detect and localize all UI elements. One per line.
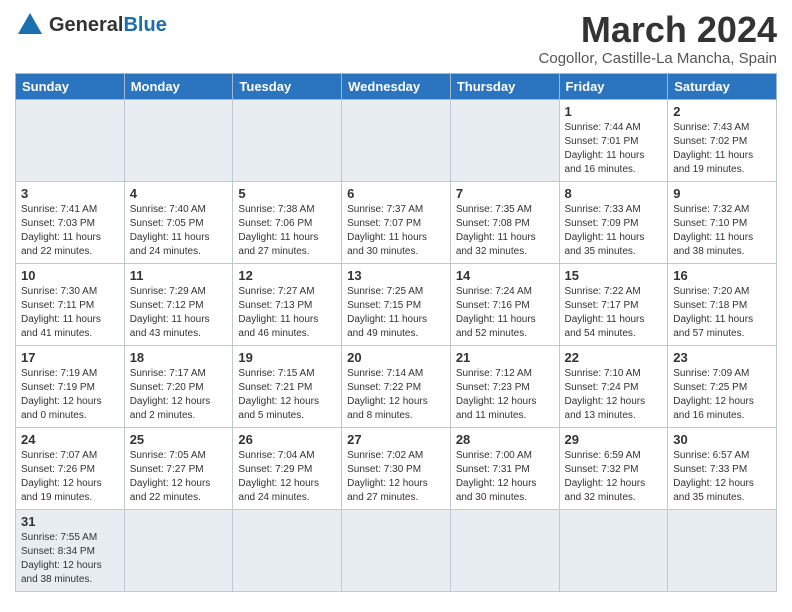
logo: GeneralBlue	[15, 10, 167, 40]
day-2: 2 Sunrise: 7:43 AMSunset: 7:02 PMDayligh…	[668, 99, 777, 181]
empty-cell-w1-tue	[233, 99, 342, 181]
day-26: 26 Sunrise: 7:04 AMSunset: 7:29 PMDaylig…	[233, 427, 342, 509]
header-wednesday: Wednesday	[342, 73, 451, 99]
week-row-6 week-row-last: 31 Sunrise: 7:55 AMSunset: 8:34 PMDaylig…	[16, 509, 777, 591]
day-4: 4 Sunrise: 7:40 AMSunset: 7:05 PMDayligh…	[124, 181, 233, 263]
header-saturday: Saturday	[668, 73, 777, 99]
day-27: 27 Sunrise: 7:02 AMSunset: 7:30 PMDaylig…	[342, 427, 451, 509]
header-monday: Monday	[124, 73, 233, 99]
week-row-4: 17 Sunrise: 7:19 AMSunset: 7:19 PMDaylig…	[16, 345, 777, 427]
header-section: GeneralBlue March 2024 Cogollor, Castill…	[15, 10, 777, 67]
empty-cell-w6-fri	[559, 509, 668, 591]
day-14: 14 Sunrise: 7:24 AMSunset: 7:16 PMDaylig…	[450, 263, 559, 345]
day-18: 18 Sunrise: 7:17 AMSunset: 7:20 PMDaylig…	[124, 345, 233, 427]
day-23: 23 Sunrise: 7:09 AMSunset: 7:25 PMDaylig…	[668, 345, 777, 427]
day-6: 6 Sunrise: 7:37 AMSunset: 7:07 PMDayligh…	[342, 181, 451, 263]
empty-cell-w1-sun	[16, 99, 125, 181]
empty-cell-w1-mon	[124, 99, 233, 181]
day-3: 3 Sunrise: 7:41 AMSunset: 7:03 PMDayligh…	[16, 181, 125, 263]
day-22: 22 Sunrise: 7:10 AMSunset: 7:24 PMDaylig…	[559, 345, 668, 427]
generalblue-logo-icon	[15, 10, 45, 40]
empty-cell-w6-thu	[450, 509, 559, 591]
empty-cell-w1-wed	[342, 99, 451, 181]
empty-cell-w6-tue	[233, 509, 342, 591]
day-12: 12 Sunrise: 7:27 AMSunset: 7:13 PMDaylig…	[233, 263, 342, 345]
day-24: 24 Sunrise: 7:07 AMSunset: 7:26 PMDaylig…	[16, 427, 125, 509]
day-10: 10 Sunrise: 7:30 AMSunset: 7:11 PMDaylig…	[16, 263, 125, 345]
day-1: 1 Sunrise: 7:44 AMSunset: 7:01 PMDayligh…	[559, 99, 668, 181]
calendar-subtitle: Cogollor, Castille-La Mancha, Spain	[539, 50, 777, 67]
day-17: 17 Sunrise: 7:19 AMSunset: 7:19 PMDaylig…	[16, 345, 125, 427]
week-row-2: 3 Sunrise: 7:41 AMSunset: 7:03 PMDayligh…	[16, 181, 777, 263]
header-friday: Friday	[559, 73, 668, 99]
week-row-3: 10 Sunrise: 7:30 AMSunset: 7:11 PMDaylig…	[16, 263, 777, 345]
day-29: 29 Sunrise: 6:59 AMSunset: 7:32 PMDaylig…	[559, 427, 668, 509]
calendar-table: Sunday Monday Tuesday Wednesday Thursday…	[15, 73, 777, 592]
day-20: 20 Sunrise: 7:14 AMSunset: 7:22 PMDaylig…	[342, 345, 451, 427]
header-thursday: Thursday	[450, 73, 559, 99]
calendar-title: March 2024	[539, 10, 777, 50]
day-28: 28 Sunrise: 7:00 AMSunset: 7:31 PMDaylig…	[450, 427, 559, 509]
day-5: 5 Sunrise: 7:38 AMSunset: 7:06 PMDayligh…	[233, 181, 342, 263]
day-30: 30 Sunrise: 6:57 AMSunset: 7:33 PMDaylig…	[668, 427, 777, 509]
day-16: 16 Sunrise: 7:20 AMSunset: 7:18 PMDaylig…	[668, 263, 777, 345]
day-9: 9 Sunrise: 7:32 AMSunset: 7:10 PMDayligh…	[668, 181, 777, 263]
week-row-1: 1 Sunrise: 7:44 AMSunset: 7:01 PMDayligh…	[16, 99, 777, 181]
day-8: 8 Sunrise: 7:33 AMSunset: 7:09 PMDayligh…	[559, 181, 668, 263]
empty-cell-w6-wed	[342, 509, 451, 591]
header-sunday: Sunday	[16, 73, 125, 99]
header-tuesday: Tuesday	[233, 73, 342, 99]
day-19: 19 Sunrise: 7:15 AMSunset: 7:21 PMDaylig…	[233, 345, 342, 427]
day-11: 11 Sunrise: 7:29 AMSunset: 7:12 PMDaylig…	[124, 263, 233, 345]
day-7: 7 Sunrise: 7:35 AMSunset: 7:08 PMDayligh…	[450, 181, 559, 263]
empty-cell-w6-mon	[124, 509, 233, 591]
title-section: March 2024 Cogollor, Castille-La Mancha,…	[539, 10, 777, 67]
day-25: 25 Sunrise: 7:05 AMSunset: 7:27 PMDaylig…	[124, 427, 233, 509]
empty-cell-w1-thu	[450, 99, 559, 181]
logo-text: GeneralBlue	[49, 15, 167, 35]
day-13: 13 Sunrise: 7:25 AMSunset: 7:15 PMDaylig…	[342, 263, 451, 345]
day-21: 21 Sunrise: 7:12 AMSunset: 7:23 PMDaylig…	[450, 345, 559, 427]
weekday-header-row: Sunday Monday Tuesday Wednesday Thursday…	[16, 73, 777, 99]
week-row-5: 24 Sunrise: 7:07 AMSunset: 7:26 PMDaylig…	[16, 427, 777, 509]
empty-cell-w6-sat	[668, 509, 777, 591]
day-31: 31 Sunrise: 7:55 AMSunset: 8:34 PMDaylig…	[16, 509, 125, 591]
day-15: 15 Sunrise: 7:22 AMSunset: 7:17 PMDaylig…	[559, 263, 668, 345]
